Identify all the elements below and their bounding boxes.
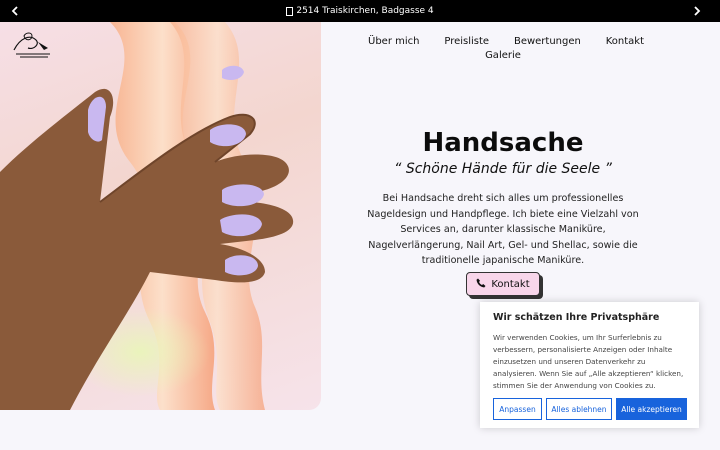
cookie-title: Wir schätzen Ihre Privatsphäre (493, 312, 660, 323)
nav-item-preisliste[interactable]: Preisliste (444, 36, 489, 47)
page-subtitle: “ Schöne Hände für die Seele ” (394, 161, 612, 177)
brand-logo[interactable] (10, 28, 54, 62)
announcement-bar: 2514 Traiskirchen, Badgasse 4 (0, 0, 720, 22)
nav-item-galerie[interactable]: Galerie (485, 50, 521, 61)
page-title: Handsache (422, 128, 584, 158)
chevron-left-icon[interactable] (4, 0, 26, 22)
hero-image (0, 22, 321, 410)
location-icon (286, 6, 294, 16)
cookie-text: Wir verwenden Cookies, um Ihr Surferlebn… (493, 333, 684, 390)
main-navigation: Über mich Preisliste Bewertungen Kontakt… (350, 36, 656, 61)
cookie-consent-banner: Wir schätzen Ihre Privatsphäre Wir verwe… (480, 302, 699, 428)
intro-text: Bei Handsache dreht sich alles um profes… (367, 193, 639, 266)
contact-button-label: Kontakt (491, 278, 530, 290)
reject-all-button[interactable]: Alles ablehnen (546, 398, 612, 420)
chevron-right-icon[interactable] (686, 0, 708, 22)
phone-icon (476, 278, 486, 291)
accept-all-button[interactable]: Alle akzeptieren (616, 398, 687, 420)
nav-item-kontakt[interactable]: Kontakt (606, 36, 644, 47)
nav-item-ueber-mich[interactable]: Über mich (368, 36, 419, 47)
address-text: 2514 Traiskirchen, Badgasse 4 (296, 6, 434, 16)
nav-item-bewertungen[interactable]: Bewertungen (514, 36, 581, 47)
customize-button[interactable]: Anpassen (493, 398, 542, 420)
contact-button[interactable]: Kontakt (466, 272, 540, 296)
